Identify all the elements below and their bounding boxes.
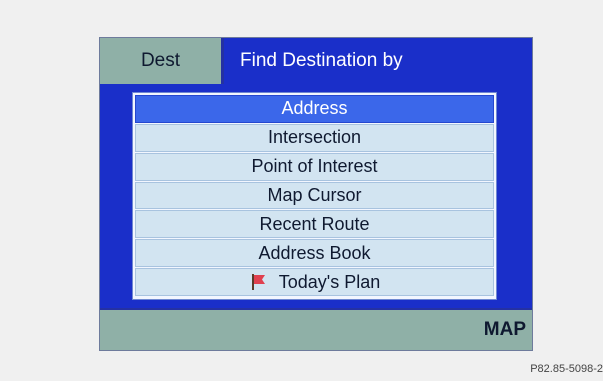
menu-item-address-book[interactable]: Address Book [135,239,494,268]
map-button[interactable]: MAP [484,310,526,350]
menu-item-label: Address Book [258,242,371,263]
menu-item-label: Map Cursor [267,185,362,205]
menu-item-label: Intersection [267,127,362,148]
menu-item-label: Today's Plan [278,271,381,292]
navigation-screen: Dest Find Destination by Address Interse… [100,38,532,350]
menu-item-label: Address [281,98,348,119]
menu-item-todays-plan[interactable]: Today's Plan [135,268,494,297]
flag-icon [249,272,269,292]
menu-item-label: Recent Route [259,213,370,234]
menu-item-address[interactable]: Address [135,95,494,123]
destination-menu: Address Intersection Point of Interest M… [132,92,497,300]
menu-item-recent-route[interactable]: Recent Route [135,210,494,239]
figure-caption: P82.85-5098-2 [530,363,603,375]
menu-item-map-cursor[interactable]: Map Cursor [135,181,494,210]
menu-item-label: Point of Interest [251,156,378,177]
menu-item-point-of-interest[interactable]: Point of Interest [135,152,494,181]
menu-item-intersection[interactable]: Intersection [135,123,494,152]
dest-tab[interactable]: Dest [100,38,224,84]
bottom-bar: MAP [100,308,532,350]
page: Dest Find Destination by Address Interse… [0,0,603,381]
screen-title: Find Destination by [240,50,403,71]
